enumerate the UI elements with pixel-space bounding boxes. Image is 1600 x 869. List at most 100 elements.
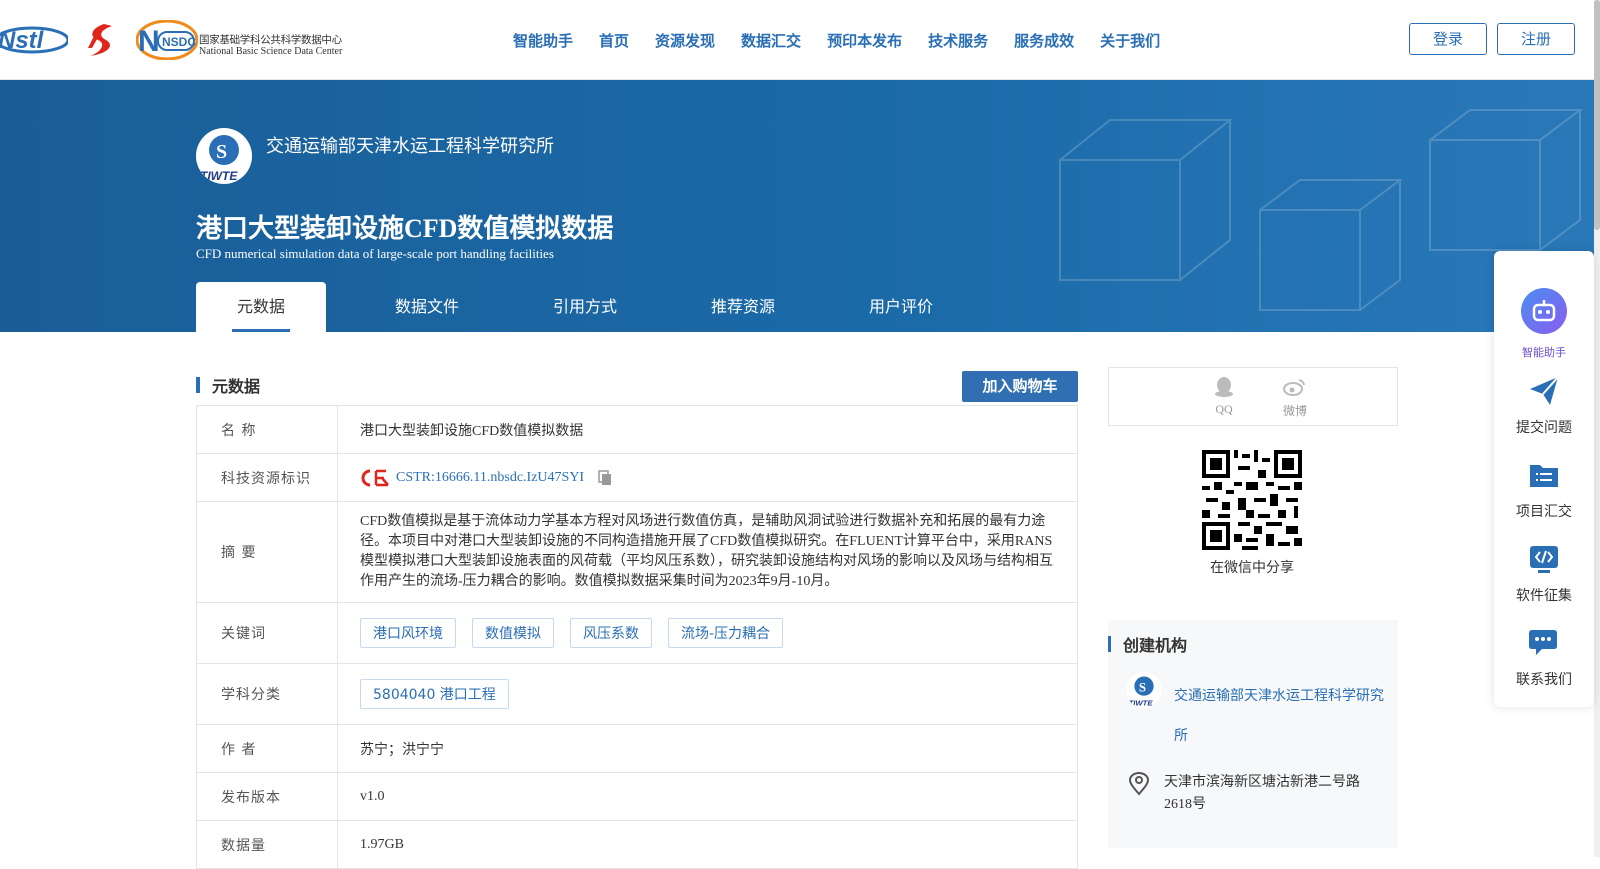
creator-card: 创建机构 S TIWTE 交通运输部天津水运工程科学研究所 天津市滨海新区塘沽新…: [1108, 620, 1398, 848]
org-logo-text: TIWTE: [200, 169, 238, 183]
page-subtitle: CFD numerical simulation data of large-s…: [196, 246, 554, 261]
nav-resource-discovery[interactable]: 资源发现: [642, 26, 728, 55]
nav-home[interactable]: 首页: [586, 26, 642, 55]
float-contact-us[interactable]: 联系我们: [1494, 627, 1594, 689]
value-abstract: CFD数值模拟是基于流体动力学基本方程对风场进行数值仿真，是辅助风洞试验进行数据…: [360, 514, 1053, 589]
creator-header: 创建机构: [1108, 632, 1187, 656]
value-cstr-cell: CSTR:16666.11.nbsdc.IzU47SYI: [338, 454, 1077, 501]
nav-data-submission[interactable]: 数据汇交: [728, 26, 814, 55]
label-keywords: 关键词: [197, 603, 338, 663]
float-submit-label: 提交问题: [1516, 420, 1572, 436]
add-to-cart-button[interactable]: 加入购物车: [962, 371, 1078, 402]
nav-tech-service[interactable]: 技术服务: [915, 26, 1001, 55]
floating-toolbar: 智能助手 提交问题 项目汇交 软件征集 联系我们: [1494, 251, 1594, 707]
robot-icon: [1521, 288, 1567, 334]
cstr-logo-icon: [361, 469, 389, 486]
section-marker: [1108, 636, 1111, 652]
table-row: 学科分类 5804040 港口工程: [197, 664, 1077, 725]
s-logo[interactable]: [82, 22, 120, 58]
share-qq[interactable]: QQ: [1204, 376, 1244, 417]
nsdc-name-en: National Basic Science Data Center: [199, 46, 343, 57]
copy-icon[interactable]: [598, 469, 612, 486]
float-software-label: 软件征集: [1516, 588, 1572, 604]
value-keywords: 港口风环境 数值模拟 风压系数 流场-压力耦合: [338, 603, 1077, 663]
wechat-qr-code: [1202, 450, 1302, 550]
label-cstr: 科技资源标识: [197, 454, 338, 501]
label-name: 名 称: [197, 406, 338, 453]
org-logo[interactable]: S TIWTE: [196, 128, 252, 184]
creator-org-link[interactable]: 交通运输部天津水运工程科学研究所: [1174, 676, 1384, 756]
float-ai-label: 智能助手: [1522, 346, 1566, 359]
paper-plane-icon: [1530, 376, 1559, 405]
label-size: 数据量: [197, 821, 338, 868]
dataset-tabs: 元数据 数据文件 引用方式 推荐资源 用户评价: [196, 282, 980, 332]
metadata-section-title: 元数据: [212, 377, 261, 396]
weibo-label: 微博: [1282, 404, 1307, 418]
svg-text:S: S: [1139, 680, 1146, 694]
main-nav: 智能助手 首页 资源发现 数据汇交 预印本发布 技术服务 服务成效 关于我们: [500, 26, 1173, 55]
creator-title: 创建机构: [1123, 636, 1188, 655]
nsdc-name-cn: 国家基础学科公共科学数据中心: [199, 34, 342, 46]
top-header: Nstl N NSDC 国家基础学科公共科学数据中心 National Basi…: [0, 0, 1600, 80]
nstl-logo[interactable]: Nstl: [0, 22, 68, 58]
login-button[interactable]: 登录: [1409, 23, 1487, 55]
nsdc-logo[interactable]: N NSDC: [136, 20, 198, 60]
nstl-logo-text: Nstl: [0, 27, 45, 54]
keyword-tag[interactable]: 港口风环境: [360, 618, 456, 648]
qq-icon: [1215, 377, 1233, 397]
tab-citation[interactable]: 引用方式: [506, 282, 664, 332]
wechat-share-caption: 在微信中分享: [1210, 560, 1294, 576]
float-projects-label: 项目汇交: [1516, 504, 1572, 520]
chat-bubbles-icon: [1529, 630, 1557, 655]
table-row: 数据量 1.97GB: [197, 821, 1077, 869]
table-row: 发布版本 v1.0: [197, 773, 1077, 821]
page-title: 港口大型装卸设施CFD数值模拟数据: [196, 214, 614, 243]
keyword-tag[interactable]: 风压系数: [570, 618, 652, 648]
float-software-collection[interactable]: 软件征集: [1494, 543, 1594, 605]
metadata-table: 名 称 港口大型装卸设施CFD数值模拟数据 科技资源标识 CSTR:16666.…: [196, 405, 1078, 869]
table-row: 名 称 港口大型装卸设施CFD数值模拟数据: [197, 406, 1077, 454]
dataset-banner: S TIWTE 交通运输部天津水运工程科学研究所 港口大型装卸设施CFD数值模拟…: [0, 80, 1594, 332]
float-ai-assistant[interactable]: 智能助手: [1494, 287, 1594, 360]
float-contact-label: 联系我们: [1516, 672, 1572, 688]
tab-user-reviews[interactable]: 用户评价: [822, 282, 980, 332]
cstr-link[interactable]: CSTR:16666.11.nbsdc.IzU47SYI: [396, 470, 584, 486]
value-name: 港口大型装卸设施CFD数值模拟数据: [360, 423, 584, 439]
nav-preprint[interactable]: 预印本发布: [814, 26, 915, 55]
metadata-section-header: 元数据: [196, 373, 260, 397]
table-row: 摘 要 CFD数值模拟是基于流体动力学基本方程对风场进行数值仿真，是辅助风洞试验…: [197, 502, 1077, 603]
float-submit-question[interactable]: 提交问题: [1494, 375, 1594, 437]
tab-metadata[interactable]: 元数据: [196, 282, 326, 332]
share-panel: QQ 微博: [1108, 367, 1398, 426]
nsdc-badge-text: NSDC: [162, 35, 196, 49]
tab-data-files[interactable]: 数据文件: [348, 282, 506, 332]
label-subject: 学科分类: [197, 664, 338, 724]
nav-about[interactable]: 关于我们: [1087, 26, 1173, 55]
value-subject-cell: 5804040 港口工程: [338, 664, 1077, 724]
page-scrollbar[interactable]: [1594, 0, 1600, 857]
label-abstract: 摘 要: [197, 502, 338, 602]
nav-service-results[interactable]: 服务成效: [1001, 26, 1087, 55]
keyword-tag[interactable]: 数值模拟: [472, 618, 554, 648]
creator-logo-text: TIWTE: [1129, 698, 1154, 707]
creator-address: 天津市滨海新区塘沽新港二号路2618号: [1164, 775, 1360, 812]
table-row: 关键词 港口风环境 数值模拟 风压系数 流场-压力耦合: [197, 603, 1077, 664]
section-marker: [196, 377, 200, 393]
label-authors: 作 者: [197, 725, 338, 772]
keyword-tag[interactable]: 流场-压力耦合: [668, 618, 784, 648]
org-name[interactable]: 交通运输部天津水运工程科学研究所: [266, 132, 554, 158]
share-weibo[interactable]: 微博: [1275, 376, 1315, 419]
register-button[interactable]: 注册: [1497, 23, 1575, 55]
subject-tag[interactable]: 5804040 港口工程: [360, 679, 509, 709]
location-pin-icon: [1128, 772, 1150, 796]
float-project-submission[interactable]: 项目汇交: [1494, 459, 1594, 521]
tab-recommended[interactable]: 推荐资源: [664, 282, 822, 332]
weibo-icon: [1283, 379, 1305, 396]
nav-ai-assistant[interactable]: 智能助手: [500, 26, 586, 55]
creator-org-logo[interactable]: S TIWTE: [1126, 672, 1162, 708]
scrollbar-thumb[interactable]: [1594, 0, 1600, 230]
value-authors: 苏宁；洪宁宁: [360, 742, 444, 758]
code-icon: [1530, 546, 1558, 573]
value-size: 1.97GB: [360, 836, 404, 852]
svg-text:S: S: [216, 141, 227, 163]
